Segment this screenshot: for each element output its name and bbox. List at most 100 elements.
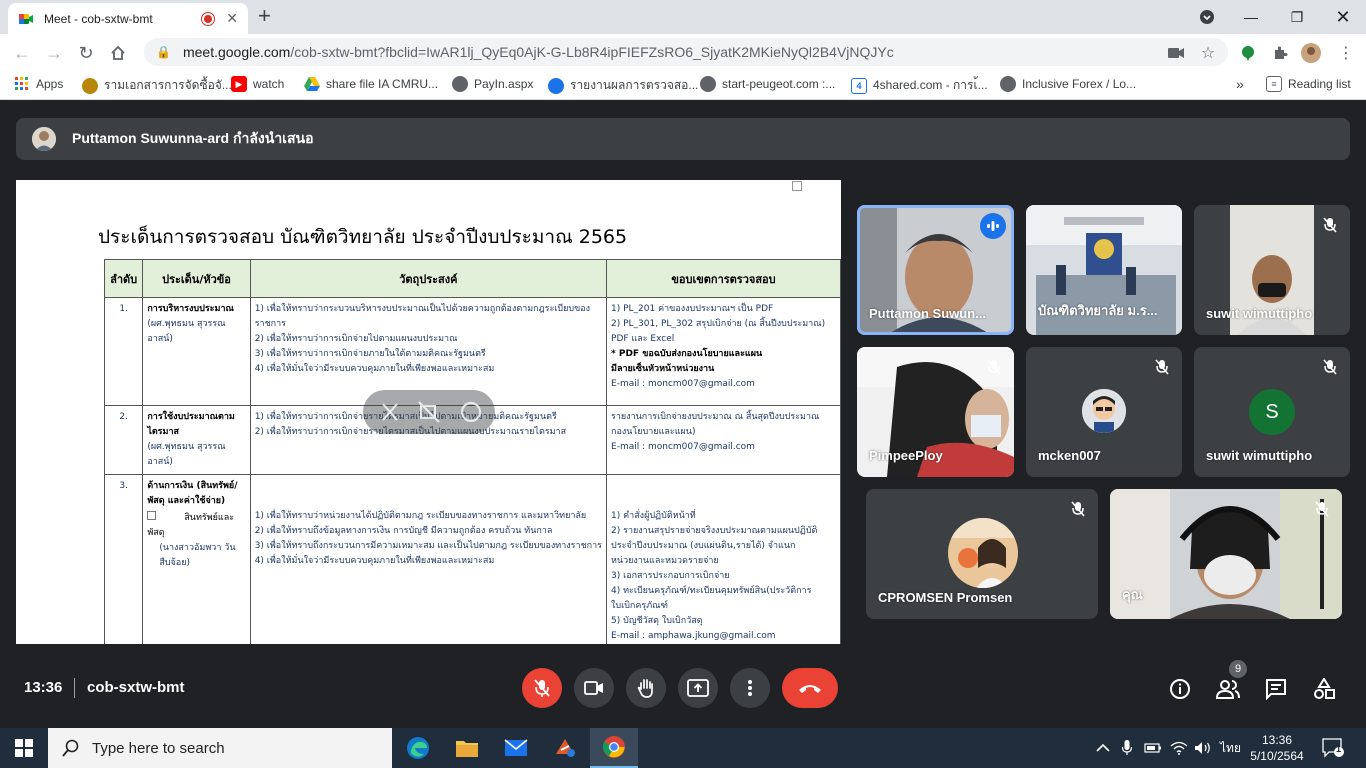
- video-camera-icon: [584, 681, 603, 695]
- activities-shapes-icon: [1314, 678, 1335, 699]
- menu-icon[interactable]: ⋮: [1336, 43, 1356, 63]
- tab-title: Meet - cob-sxtw-bmt: [44, 11, 153, 26]
- bookmark-item[interactable]: Inclusive Forex / Lo...: [1000, 76, 1136, 92]
- restore-button[interactable]: ❐: [1274, 0, 1320, 34]
- presentation-banner: Puttamon Suwunna-ard กำลังนำเสนอ: [16, 118, 1350, 160]
- activities-button[interactable]: [1312, 677, 1336, 701]
- camera-icon[interactable]: [1166, 43, 1186, 63]
- extensions-puzzle-icon[interactable]: [1270, 43, 1290, 63]
- url-host: meet.google.com: [182, 44, 291, 60]
- close-window-button[interactable]: ✕: [1320, 0, 1366, 34]
- tab-search-icon[interactable]: [1184, 0, 1230, 34]
- bookmark-item[interactable]: start-peugeot.com :...: [700, 76, 835, 92]
- participant-name: CPROMSEN Promsen: [878, 590, 1013, 605]
- participant-name: suwit wimuttipho: [1206, 306, 1313, 321]
- leave-call-button[interactable]: [782, 668, 838, 708]
- search-icon: [62, 739, 79, 757]
- participant-tile[interactable]: คุณ: [1110, 489, 1342, 619]
- bookmark-item[interactable]: PayIn.aspx: [452, 76, 533, 92]
- bookmark-apps[interactable]: Apps: [14, 76, 63, 92]
- chat-icon: [1266, 679, 1286, 700]
- bookmark-item[interactable]: 4 4shared.com - การเ้...: [851, 76, 988, 95]
- table-header: วัตถุประสงค์: [249, 259, 608, 298]
- address-bar[interactable]: 🔒 meet.google.com/cob-sxtw-bmt?fbclid=Iw…: [144, 38, 1228, 66]
- forward-button[interactable]: →: [42, 41, 66, 65]
- participants-button[interactable]: [1216, 677, 1240, 701]
- more-options-button[interactable]: [730, 668, 770, 708]
- show-hidden-icons-chevron-icon[interactable]: [1096, 728, 1110, 768]
- site-icon: [548, 77, 564, 94]
- mic-off-icon: [534, 679, 550, 697]
- present-now-button[interactable]: [678, 668, 718, 708]
- wifi-icon[interactable]: [1170, 728, 1188, 768]
- home-button[interactable]: [106, 41, 130, 65]
- meeting-details-button[interactable]: [1168, 677, 1192, 701]
- windows-taskbar: Type here to search ไทย 13:36 5/10/2564 …: [0, 728, 1366, 768]
- participant-tile[interactable]: suwit wimuttipho: [1194, 205, 1350, 335]
- bookmark-item[interactable]: ▶ watch: [231, 76, 284, 92]
- muted-mic-icon: [1320, 357, 1340, 377]
- bookmark-star-icon[interactable]: ☆: [1198, 43, 1218, 63]
- bookmark-item[interactable]: รายงานผลการตรวจสอ...: [548, 76, 698, 95]
- close-tab-icon[interactable]: ✕: [226, 10, 238, 27]
- participant-name: mcken007: [1038, 448, 1101, 463]
- browser-tab[interactable]: Meet - cob-sxtw-bmt ✕: [8, 3, 248, 34]
- extension-icon[interactable]: [1238, 43, 1258, 63]
- minimize-button[interactable]: —: [1228, 0, 1274, 34]
- fullscreen-icon[interactable]: [792, 181, 802, 191]
- bookmark-item[interactable]: share file IA CMRU...: [304, 76, 438, 92]
- muted-mic-icon: [984, 357, 1004, 377]
- taskbar-clock[interactable]: 13:36 5/10/2564: [1244, 732, 1310, 764]
- app-taskbar-icon[interactable]: [541, 728, 589, 768]
- microphone-toggle-button[interactable]: [522, 668, 562, 708]
- url-path: /cob-sxtw-bmt?fbclid=IwAR1lj_QyEq0AjK-G-…: [290, 44, 894, 60]
- mail-taskbar-icon[interactable]: [492, 728, 540, 768]
- participant-name: คุณ: [1122, 587, 1143, 602]
- participant-tile[interactable]: บัณฑิตวิทยาลัย ม.ร...: [1026, 205, 1182, 335]
- notification-center-button[interactable]: 1: [1322, 728, 1344, 768]
- reload-button[interactable]: ↻: [74, 41, 98, 65]
- battery-icon[interactable]: [1144, 728, 1162, 768]
- meet-stage: Puttamon Suwunna-ard กำลังนำเสนอ ประเด็น…: [0, 101, 1366, 728]
- participant-tile[interactable]: CPROMSEN Promsen: [866, 489, 1098, 619]
- taskbar-search-box[interactable]: Type here to search: [48, 728, 392, 768]
- people-icon: [1216, 680, 1240, 699]
- muted-mic-icon: [1320, 215, 1340, 235]
- volume-icon[interactable]: [1194, 728, 1212, 768]
- file-explorer-taskbar-icon[interactable]: [443, 728, 491, 768]
- presentation-overlay-controls[interactable]: [363, 390, 495, 434]
- participant-tile[interactable]: PimpeePloy: [857, 347, 1014, 477]
- chrome-taskbar-icon[interactable]: [590, 728, 638, 768]
- meeting-time: 13:36: [24, 679, 63, 696]
- participant-count-badge: 9: [1229, 660, 1247, 678]
- participant-tile[interactable]: S suwit wimuttipho: [1194, 347, 1350, 477]
- more-bookmarks-chevron-icon[interactable]: »: [1236, 76, 1244, 92]
- tab-strip: Meet - cob-sxtw-bmt ✕ + — ❐ ✕: [0, 0, 1366, 34]
- google-drive-icon: [304, 76, 320, 92]
- muted-mic-icon: [1152, 357, 1172, 377]
- participant-tile[interactable]: mcken007: [1026, 347, 1182, 477]
- presentation-screen[interactable]: ประเด็นการตรวจสอบ บัณฑิตวิทยาลัย ประจำปี…: [16, 180, 841, 644]
- clock-date: 5/10/2564: [1250, 749, 1304, 763]
- bookmarks-bar: Apps รามเอกสารการจัดซื้อจั... ▶ watch sha…: [0, 70, 1366, 100]
- input-language-indicator[interactable]: ไทย: [1220, 728, 1241, 768]
- chat-button[interactable]: [1264, 677, 1288, 701]
- participant-tile[interactable]: Puttamon Suwun...: [857, 205, 1014, 335]
- reading-list-button[interactable]: ≡ Reading list: [1266, 76, 1351, 92]
- edge-taskbar-icon[interactable]: [394, 728, 442, 768]
- new-tab-button[interactable]: +: [258, 5, 271, 27]
- globe-icon: [452, 76, 468, 92]
- back-button[interactable]: ←: [10, 41, 34, 65]
- participant-name: PimpeePloy: [869, 448, 943, 463]
- camera-toggle-button[interactable]: [574, 668, 614, 708]
- bookmark-item[interactable]: รามเอกสารการจัดซื้อจั...: [82, 76, 232, 95]
- info-icon: [1170, 679, 1190, 699]
- start-button[interactable]: [0, 728, 48, 768]
- windows-logo-icon: [15, 739, 33, 757]
- apps-grid-icon: [14, 76, 30, 92]
- microphone-tray-icon[interactable]: [1122, 728, 1132, 768]
- search-placeholder: Type here to search: [92, 739, 225, 757]
- profile-avatar[interactable]: [1301, 43, 1321, 63]
- lock-icon[interactable]: 🔒: [156, 45, 171, 59]
- raise-hand-button[interactable]: [626, 668, 666, 708]
